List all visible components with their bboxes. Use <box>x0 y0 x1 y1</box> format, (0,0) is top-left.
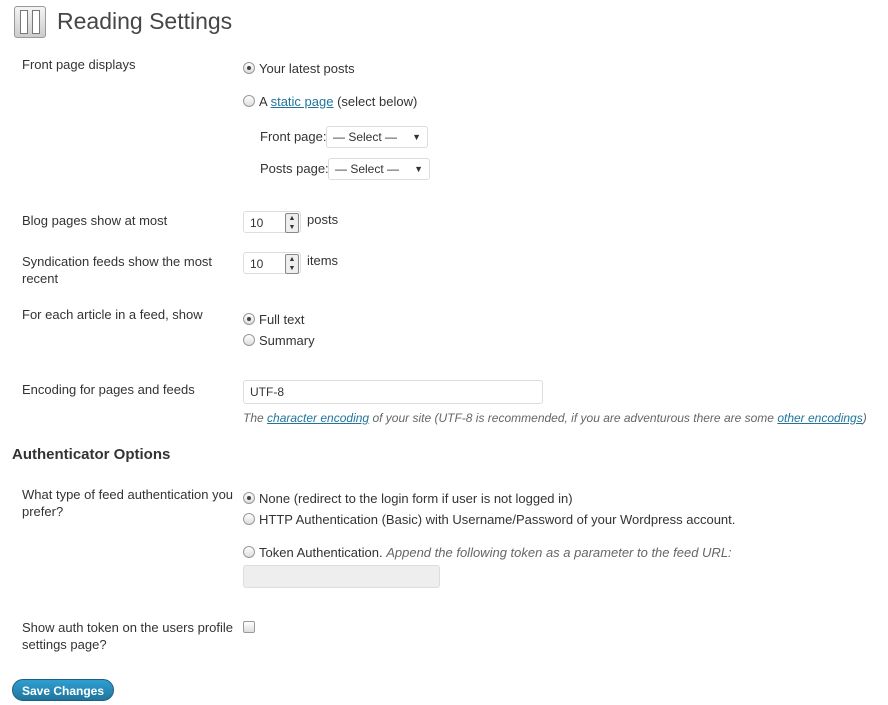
radio-static-page[interactable]: A static page (select below) <box>243 94 417 110</box>
dropdown-arrow-icon: ▼ <box>412 132 421 142</box>
show-token-label-line1: Show auth token on the users profile <box>22 620 234 635</box>
character-encoding-link[interactable]: character encoding <box>267 411 369 425</box>
front-page-label: Front page displays <box>22 57 136 72</box>
desc-text: The <box>243 411 264 425</box>
input-value: 10 <box>250 216 264 230</box>
radio-label: Token Authentication. <box>259 545 383 560</box>
radio-icon[interactable] <box>243 513 255 525</box>
radio-label: HTTP Authentication (Basic) with Usernam… <box>259 512 736 527</box>
input-value: 10 <box>250 257 264 271</box>
spinner-arrows-icon[interactable]: ▲ ▼ <box>285 213 299 233</box>
radio-auth-none[interactable]: None (redirect to the login form if user… <box>243 491 573 507</box>
encoding-description: The character encoding of your site (UTF… <box>243 410 867 426</box>
desc-text: ) <box>862 411 867 425</box>
radio-auth-token[interactable]: Token Authentication. Append the followi… <box>243 545 732 561</box>
other-encodings-link[interactable]: other encodings <box>777 411 862 425</box>
posts-page-select-label: Posts page: <box>260 161 329 176</box>
token-input[interactable] <box>243 565 440 588</box>
encoding-label: Encoding for pages and feeds <box>22 382 195 397</box>
auth-type-label-line2: prefer? <box>22 504 64 519</box>
blog-pages-unit: posts <box>307 212 339 227</box>
radio-label: Your latest posts <box>259 61 355 76</box>
spinner-arrows-icon[interactable]: ▲ ▼ <box>285 254 299 274</box>
show-token-checkbox[interactable] <box>243 621 255 633</box>
save-changes-button[interactable]: Save Changes <box>12 679 114 701</box>
select-value: — Select — <box>335 162 400 176</box>
radio-icon[interactable] <box>243 95 255 107</box>
radio-icon[interactable] <box>243 546 255 558</box>
radio-icon[interactable] <box>243 313 255 325</box>
radio-label: Full text <box>259 312 305 327</box>
radio-icon[interactable] <box>243 334 255 346</box>
page-title: Reading Settings <box>57 8 233 34</box>
radio-label-suffix: (select below) <box>337 94 418 109</box>
settings-icon <box>14 6 46 38</box>
feed-article-label: For each article in a feed, show <box>22 307 203 322</box>
front-page-select-label: Front page: <box>260 129 327 144</box>
radio-label: Summary <box>259 333 315 348</box>
blog-pages-input[interactable]: 10 ▲ ▼ <box>243 211 301 233</box>
auth-type-label-line1: What type of feed authentication you <box>22 487 234 502</box>
posts-page-select[interactable]: — Select — ▼ <box>328 158 430 180</box>
radio-label: None (redirect to the login form if user… <box>259 491 573 506</box>
encoding-input[interactable]: UTF-8 <box>243 380 543 404</box>
authenticator-options-heading: Authenticator Options <box>12 446 171 463</box>
static-page-link[interactable]: static page <box>271 94 334 109</box>
syndication-label-line1: Syndication feeds show the most <box>22 254 213 269</box>
radio-full-text[interactable]: Full text <box>243 312 305 328</box>
syndication-unit: items <box>307 253 339 268</box>
syndication-input[interactable]: 10 ▲ ▼ <box>243 252 301 274</box>
radio-icon[interactable] <box>243 62 255 74</box>
dropdown-arrow-icon: ▼ <box>414 164 423 174</box>
radio-label: A <box>259 94 267 109</box>
radio-icon[interactable] <box>243 492 255 504</box>
token-description: Append the following token as a paramete… <box>386 545 732 560</box>
front-page-select[interactable]: — Select — ▼ <box>326 126 428 148</box>
select-value: — Select — <box>333 130 398 144</box>
radio-auth-http[interactable]: HTTP Authentication (Basic) with Usernam… <box>243 512 735 528</box>
syndication-label-line2: recent <box>22 271 59 286</box>
desc-text: of your site (UTF-8 is recommended, if y… <box>372 411 774 425</box>
radio-latest-posts[interactable]: Your latest posts <box>243 61 355 77</box>
radio-summary[interactable]: Summary <box>243 333 315 349</box>
blog-pages-label: Blog pages show at most <box>22 213 168 228</box>
show-token-label-line2: settings page? <box>22 637 107 652</box>
